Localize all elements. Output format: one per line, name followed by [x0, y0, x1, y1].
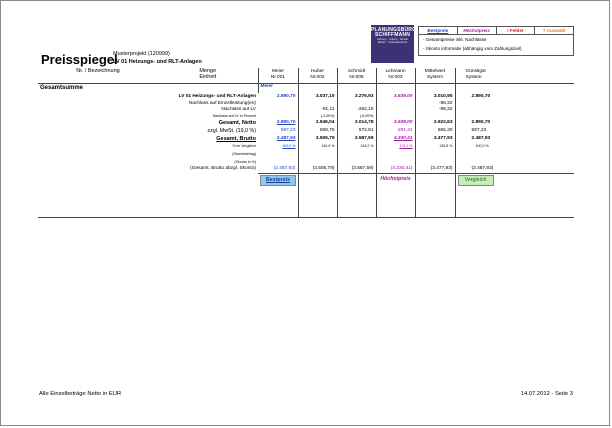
table-row: zzgl. MwSt. (19,0 %) 597,23 559,75 572,81… [38, 127, 574, 135]
project-name: Musterprojekt (120999) [113, 51, 170, 57]
legend-fehler: ! Fehler [497, 27, 536, 34]
section-title: Gesamtsumme [40, 85, 84, 91]
table-row: Gesamtsumme Meier [38, 83, 574, 93]
table-header-row: Nr. / Bezeichnung Menge Einheit Meier Nr.… [38, 68, 574, 84]
table-row: (Skontobetrag) [38, 150, 574, 159]
header-bidder: Huber Nr.002 [297, 68, 337, 84]
page-title: Preisspiegel [41, 52, 118, 67]
table-row: (Gesamt, Brutto abzgl. Skonto) (2.487,93… [38, 165, 574, 174]
footer-note: Alle Einzelbeträge Netto in EUR [39, 391, 122, 397]
table-row: % im Vergleich 100,0 % 140,9 % 144,2 % 174… [38, 143, 574, 150]
header-bidder: Lehmann Nr.003 [375, 68, 415, 84]
footer-date-page: 14.07.2012 - Seite 3 [520, 391, 573, 397]
legend-note-1: - Gesamtpreise inkl. Nachlässe [423, 37, 487, 42]
legend-bestpreis: Bestpreis [419, 27, 458, 34]
table-row: Gesamt, Netto 2.890,70 2.946,04 3.014,78 3… [38, 119, 574, 127]
price-comparison-table: Nr. / Bezeichnung Menge Einheit Meier Nr.… [38, 68, 574, 218]
project-info: Musterprojekt (120999) LV 01 Heizungs- u… [113, 50, 202, 66]
legend-hoechstpreis: Höchstpreis [458, 27, 497, 34]
header-bidder: Schmidt Nr.005 [336, 68, 376, 84]
bestpreis-badge: Bestpreis [260, 175, 296, 186]
company-logo: PLANUNGSBÜRO SCHIFFMANN Heizung · Lüftun… [371, 25, 416, 63]
table-row: LV 01 Heizungs- und RLT-Anlagen 2.890,70… [38, 93, 574, 100]
hoechstpreis-badge: Höchstpreis [380, 176, 411, 182]
legend-auswahl: ? Auswahl [542, 28, 566, 33]
document-page: Preisspiegel Musterprojekt (120999) LV 0… [0, 0, 610, 426]
meier-tag: Meier [257, 83, 298, 93]
table-row: Nachlass auf Einzelleistung(en) -88,32 [38, 100, 574, 107]
project-lv: LV 01 Heizungs- und RLT-Anlagen [113, 59, 202, 65]
legend-note-2: - Skonto informativ (abhängig vom Zahlun… [423, 46, 522, 51]
header-bezeichnung: Nr. / Bezeichnung [38, 68, 158, 84]
header-menge: Menge Einheit [158, 68, 258, 84]
header-mittelwert: Mittelwert System [414, 68, 455, 84]
table-row: Bestpreis Höchstpreis Vergleich [38, 173, 574, 218]
table-row: Gesamt, Brutto 2.487,93 3.505,79 3.587,59… [38, 135, 574, 143]
header-guenstigst: Günstigst System [454, 68, 574, 84]
table-bottom-border [38, 217, 574, 218]
header-bidder: Meier Nr.001 [257, 68, 298, 84]
vergleich-badge: Vergleich [457, 175, 494, 186]
legend-box: Bestpreis Höchstpreis ! Fehler ? Auswahl… [418, 26, 574, 56]
